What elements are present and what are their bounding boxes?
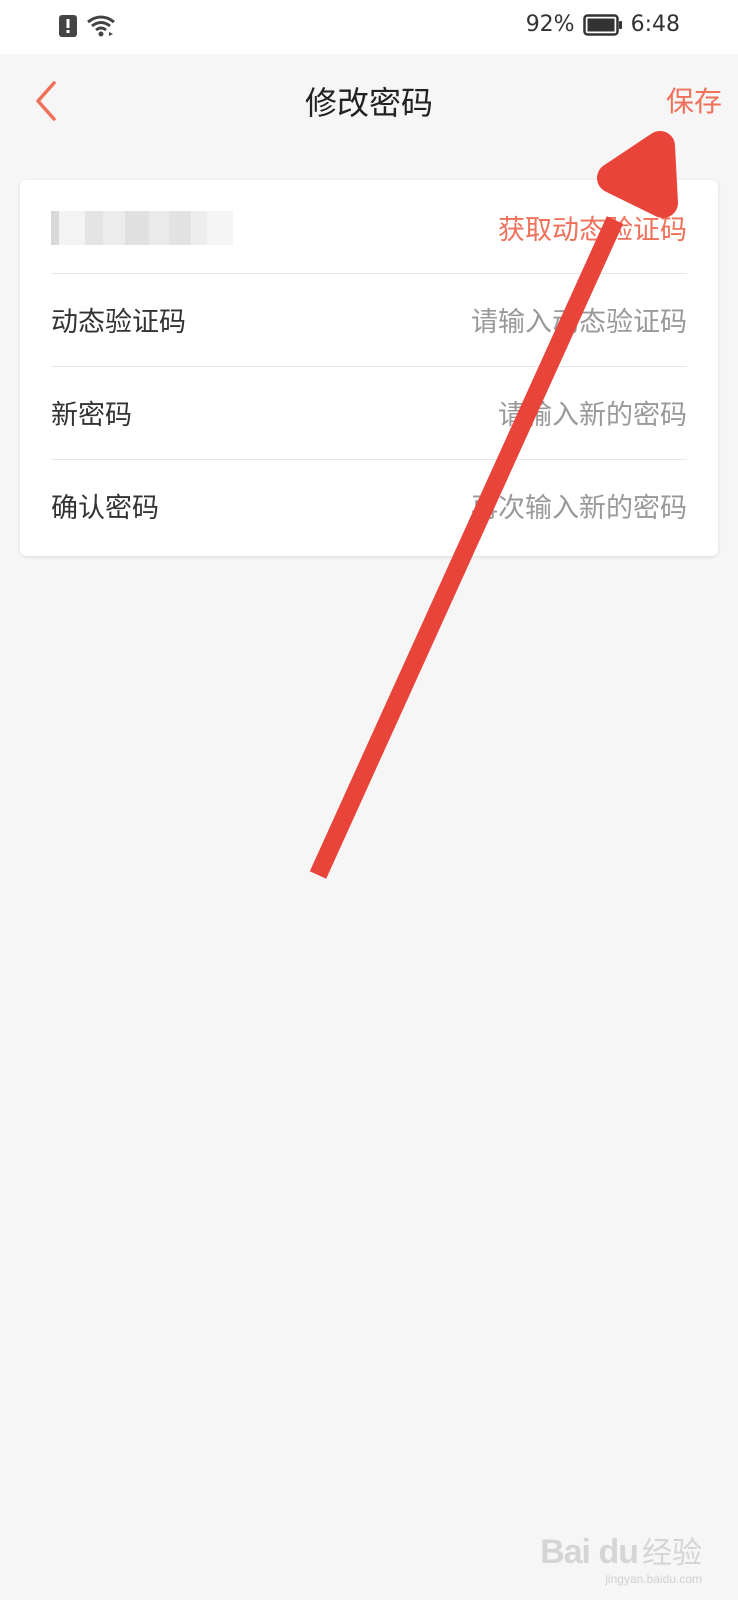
status-left-icons: [58, 14, 116, 38]
confirm-password-row[interactable]: 确认密码 再次输入新的密码: [51, 459, 687, 552]
masked-phone-number: [51, 211, 233, 245]
watermark-url: jingyan.baidu.com: [605, 1572, 702, 1586]
confirm-password-input[interactable]: 再次输入新的密码: [471, 486, 687, 525]
get-verification-code-button[interactable]: 获取动态验证码: [498, 208, 687, 247]
confirm-password-label: 确认密码: [51, 493, 159, 524]
battery-icon: [582, 13, 622, 36]
new-password-input[interactable]: 请输入新的密码: [498, 393, 687, 432]
wifi-icon: [87, 15, 115, 37]
password-form-card: 获取动态验证码 动态验证码 请输入动态验证码 新密码 请输入新的密码 确认密码 …: [20, 180, 718, 556]
status-right: 92% 6:48: [526, 12, 680, 37]
verification-code-input[interactable]: 请输入动态验证码: [471, 300, 687, 339]
watermark-logo: Bai du: [540, 1533, 639, 1571]
status-bar: 92% 6:48: [0, 0, 738, 54]
phone-row: 获取动态验证码: [51, 180, 687, 274]
page-title: 修改密码: [304, 84, 433, 122]
new-password-label: 新密码: [51, 400, 132, 431]
battery-percent: 92%: [525, 12, 575, 37]
clock: 6:48: [630, 12, 680, 37]
nav-bar: 修改密码 保存: [0, 54, 738, 150]
verification-code-label: 动态验证码: [51, 307, 186, 338]
baidu-jingyan-watermark: Bai du 经验: [540, 1528, 702, 1572]
save-button[interactable]: 保存: [666, 80, 722, 120]
watermark-text: 经验: [642, 1537, 702, 1570]
alert-icon: [59, 15, 77, 37]
new-password-row[interactable]: 新密码 请输入新的密码: [51, 366, 687, 460]
verification-code-row[interactable]: 动态验证码 请输入动态验证码: [51, 273, 687, 367]
